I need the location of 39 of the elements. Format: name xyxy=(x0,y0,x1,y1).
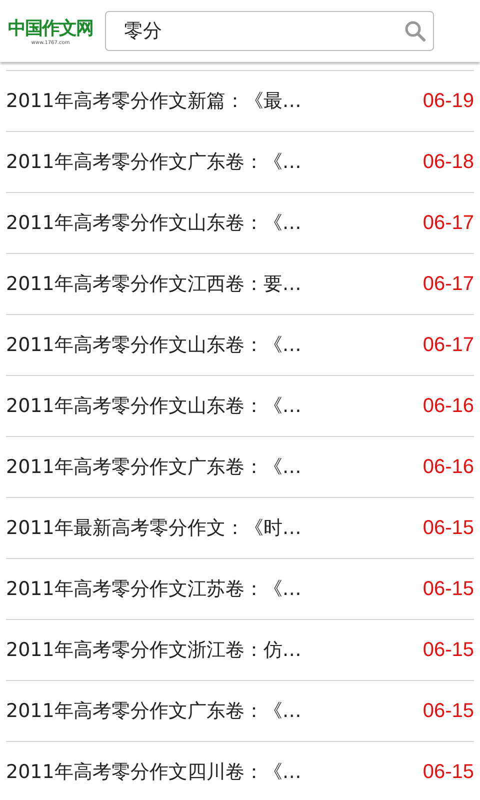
article-date: 06-15 xyxy=(422,760,474,784)
article-date: 06-16 xyxy=(422,394,474,418)
article-row[interactable]: 2011年高考零分作文广东卷：《… 06-15 xyxy=(6,681,474,742)
article-row[interactable]: 2011年高考零分作文山东卷：《… 06-17 xyxy=(6,193,474,254)
article-title: 2011年高考零分作文广东卷：《… xyxy=(6,455,302,480)
article-row[interactable]: 2011年高考零分作文山东卷：《… 06-17 xyxy=(6,315,474,376)
article-title: 2011年高考零分作文山东卷：《… xyxy=(6,333,302,358)
article-date: 06-17 xyxy=(422,212,474,234)
article-row[interactable]: 2011年高考零分作文新篇：《最… 06-19 xyxy=(6,71,474,132)
article-title: 2011年高考零分作文江苏卷：《… xyxy=(6,577,302,602)
article-row[interactable]: 2011年高考零分作文广东卷：《… 06-16 xyxy=(6,437,474,498)
article-row[interactable]: 2011年最新高考零分作文：《时… 06-15 xyxy=(6,498,474,559)
article-date: 06-15 xyxy=(422,578,474,600)
article-row[interactable]: 2011年高考零分作文浙江卷：仿… 06-15 xyxy=(6,620,474,681)
article-date: 06-17 xyxy=(422,334,474,356)
article-title: 2011年高考零分作文江西卷：要… xyxy=(6,272,302,297)
article-date: 06-15 xyxy=(422,516,474,540)
article-title: 2011年高考零分作文广东卷：《… xyxy=(6,150,302,175)
article-date: 06-16 xyxy=(422,456,474,478)
article-date: 06-15 xyxy=(422,700,474,722)
article-title: 2011年高考零分作文山东卷：《… xyxy=(6,211,302,236)
article-title: 2011年高考零分作文广东卷：《… xyxy=(6,699,302,724)
article-date: 06-18 xyxy=(422,150,474,174)
article-date: 06-19 xyxy=(422,90,474,112)
article-title: 2011年高考零分作文山东卷：《… xyxy=(6,394,302,419)
site-logo[interactable]: 中国作文网 xyxy=(8,16,93,40)
article-row[interactable]: 2011年高考零分作文山东卷：《… 06-16 xyxy=(6,376,474,437)
search-field[interactable]: 零分 xyxy=(105,11,434,51)
article-title: 2011年高考零分作文新篇：《最… xyxy=(6,89,302,114)
article-date: 06-15 xyxy=(422,638,474,662)
article-row[interactable]: 2011年高考零分作文江苏卷：《… 06-15 xyxy=(6,559,474,620)
article-title: 2011年高考零分作文四川卷：《… xyxy=(6,760,302,785)
article-title: 2011年最新高考零分作文：《时… xyxy=(6,516,302,541)
article-row[interactable]: 2011年高考零分作文江西卷：要… 06-17 xyxy=(6,254,474,315)
article-title: 2011年高考零分作文浙江卷：仿… xyxy=(6,638,302,663)
article-date: 06-17 xyxy=(422,272,474,296)
article-row[interactable]: 2011年高考零分作文广东卷：《… 06-18 xyxy=(6,132,474,193)
article-row[interactable]: 2011年高考零分作文四川卷：《… 06-15 xyxy=(6,742,474,800)
search-icon[interactable] xyxy=(404,20,426,42)
